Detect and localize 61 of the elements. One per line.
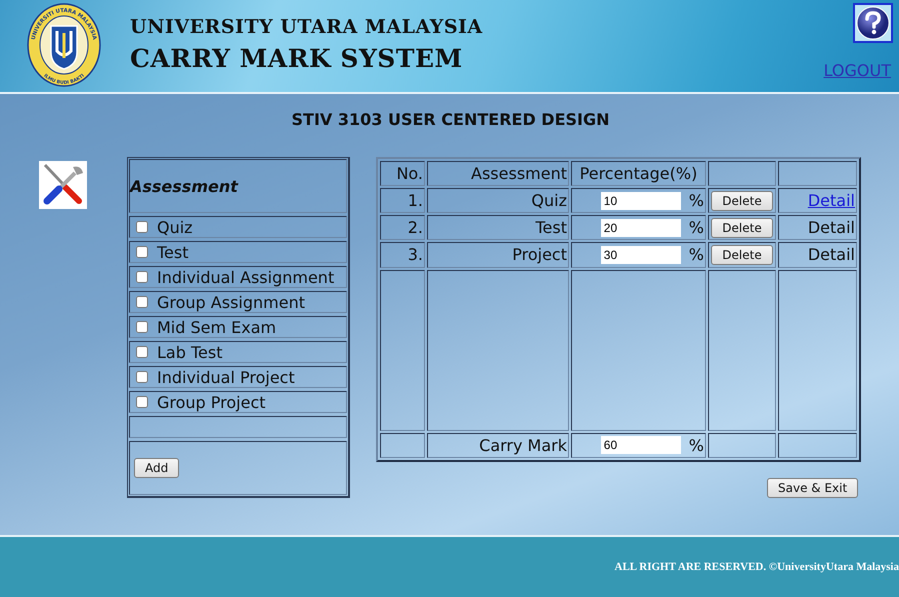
detail-label: Detail [808,245,855,264]
detail-link[interactable]: Detail [808,191,855,210]
option-label: Mid Sem Exam [157,318,276,336]
checkbox[interactable] [136,346,148,358]
assessment-option[interactable]: Lab Test [129,341,347,363]
table-cell: 3. [380,242,425,268]
percent-sign: % [688,245,704,264]
column-header: Percentage(%) [571,161,706,186]
checkbox[interactable] [136,296,148,308]
assessment-option[interactable]: Mid Sem Exam [129,316,347,338]
system-title: CARRY MARK SYSTEM [130,44,464,73]
percent-sign: % [688,218,704,238]
delete-button[interactable]: Delete [711,191,773,212]
option-label: Quiz [157,218,193,236]
delete-button[interactable]: Delete [711,218,773,238]
table-cell [708,161,776,186]
assessment-option[interactable]: Group Assignment [129,291,347,313]
checkbox[interactable] [136,246,148,258]
delete-button[interactable]: Delete [711,245,773,266]
copyright-text: ALL RIGHT ARE RESERVED. ©UniversityUtara Malaysia [614,561,899,573]
option-label: Group Assignment [157,292,305,312]
table-cell: Quiz [427,188,569,214]
table-cell [380,432,425,458]
option-label: Test [157,242,189,262]
save-exit-button[interactable]: Save & Exit [767,478,858,498]
table-cell: 1. [380,188,425,214]
column-header: No. [380,161,425,186]
option-label: Lab Test [157,342,222,362]
option-label: Individual Assignment [157,268,334,286]
percentage-field[interactable]: 10 [600,192,681,210]
assessment-option[interactable]: Quiz [129,216,347,238]
help-button[interactable] [853,3,893,43]
checkbox[interactable] [136,371,148,383]
table-cell: 2. [380,215,425,240]
assessment-option[interactable]: Individual Project [129,366,347,388]
option-label: Group Project [157,392,266,412]
percentage-field[interactable]: 60 [600,436,681,454]
percentage-field[interactable]: 20 [600,218,681,237]
assessment-option[interactable]: Test [129,241,347,263]
add-button[interactable]: Add [134,458,180,478]
course-title: STIV 3103 USER CENTERED DESIGN [290,109,610,131]
column-header: Assessment [427,161,569,186]
table-cell: Carry Mark [427,432,569,458]
panel-heading: Assessment [129,159,347,213]
university-name: UNIVERSITY UTARA MALAYSIA [130,16,483,38]
table-cell: Test [427,215,569,240]
percentage-field[interactable]: 30 [600,246,681,264]
checkbox[interactable] [136,396,148,408]
assessment-option[interactable]: Group Project [129,391,347,413]
assessment-option[interactable]: Individual Assignment [129,266,347,288]
detail-label: Detail [808,218,855,238]
table-cell: Project [427,242,569,268]
percent-sign: % [688,436,704,455]
table-cell [708,432,776,458]
tools-icon [39,161,87,209]
checkbox[interactable] [136,271,148,283]
option-label: Individual Project [157,368,295,386]
percent-sign: % [688,191,704,210]
question-mark-icon [856,6,890,40]
checkbox[interactable] [136,321,148,333]
checkbox[interactable] [136,221,148,233]
